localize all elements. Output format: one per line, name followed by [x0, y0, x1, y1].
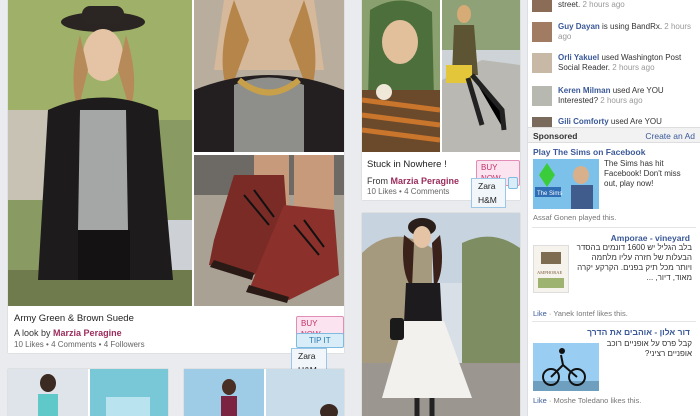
ad-text: The Sims has hit Facebook! Don't miss ou…: [604, 159, 681, 188]
ad-title[interactable]: דור אלון - אוהבים את הדרך: [533, 327, 690, 337]
store-option-zara[interactable]: Zara: [292, 349, 326, 363]
ticker-time: 2 hours ago: [612, 63, 655, 72]
comments-count[interactable]: 4 Comments: [51, 340, 96, 349]
ad-text: בלב הגליל יש 1600 דונמים בהסדר הבעלות של…: [576, 243, 692, 282]
ticker-name[interactable]: Keren Milman: [558, 86, 610, 95]
ticker-item[interactable]: Gili Comforty used Are YOU: [532, 117, 698, 127]
ad-social-context: Assaf Gonen played this.: [533, 213, 617, 222]
look-caption: Army Green & Brown Suede A look by Marzi…: [14, 313, 294, 349]
author-link[interactable]: Marzia Peragine: [53, 328, 122, 338]
store-option-zara-2[interactable]: Zara: [472, 179, 505, 193]
avatar: [532, 53, 552, 73]
ad-image[interactable]: AMPHORAE: [533, 245, 569, 293]
ticker-name[interactable]: Guy Dayan: [558, 22, 600, 31]
look-photo-main[interactable]: [8, 0, 192, 306]
avatar: [532, 22, 552, 42]
look-photo-knit-hood[interactable]: [362, 0, 440, 152]
ad-social-context: Moshe Toledano likes this.: [553, 396, 642, 405]
look-stats: 10 Likes • 4 Comments • 4 Followers: [14, 340, 145, 349]
tip-it-button[interactable]: TIP IT: [296, 333, 344, 348]
likes-count[interactable]: 10 Likes: [14, 340, 44, 349]
ticker-name[interactable]: Gili Comforty: [558, 117, 609, 126]
look-card-army-green[interactable]: Army Green & Brown Suede A look by Marzi…: [8, 0, 344, 353]
avatar: [532, 86, 552, 106]
look-card-white-skirt[interactable]: [362, 213, 520, 416]
look-photo-yellow-clutch[interactable]: [442, 0, 520, 152]
create-ad-link[interactable]: Create an Ad: [645, 131, 695, 141]
ad-image[interactable]: [533, 343, 599, 391]
tip-it-button-2[interactable]: [508, 177, 518, 189]
look-title[interactable]: Army Green & Brown Suede: [14, 313, 294, 324]
comments-count-2[interactable]: 4 Comments: [404, 187, 449, 196]
from-prefix: From: [367, 176, 388, 186]
ad-social-context: Yanek Iontef likes this.: [553, 309, 628, 318]
divider: [532, 321, 696, 322]
look-card-stuck-in-nowhere[interactable]: Stuck in Nowhere ! From Marzia Peragine …: [362, 0, 520, 200]
ticker-time: 2 hours ago: [600, 96, 643, 105]
avatar: [532, 0, 552, 12]
ticker-name[interactable]: Orli Yakuel: [558, 53, 599, 62]
look-photo-necklace[interactable]: [194, 0, 344, 152]
look-card-bottom-1[interactable]: [8, 369, 168, 416]
ad-like-row: Like · Yanek Iontef likes this.: [533, 309, 628, 318]
buy-store-menu: Zara H&M: [471, 178, 506, 208]
sims-logo-text: The Sims: [537, 191, 562, 197]
ad-like-row: Like · Moshe Toledano likes this.: [533, 396, 642, 405]
look-caption-2: Stuck in Nowhere ! From Marzia Peragine …: [367, 159, 477, 196]
like-button[interactable]: Like: [533, 396, 547, 405]
facebook-sidebar: street. 2 hours ago Guy Dayan is using B…: [527, 0, 700, 416]
look-byline-2: From Marzia Peragine: [367, 176, 477, 186]
look-title-2[interactable]: Stuck in Nowhere !: [367, 159, 477, 170]
ad-text: קבל פרס על אופניים רוכב אופניים רציני?: [606, 339, 692, 358]
amphorae-logo-text: AMPHORAE: [537, 270, 563, 275]
store-option-hm-2[interactable]: H&M: [472, 193, 505, 207]
likes-count-2[interactable]: 10 Likes: [367, 187, 397, 196]
sponsored-label: Sponsored: [533, 131, 578, 141]
like-button[interactable]: Like: [533, 309, 547, 318]
divider: [532, 227, 696, 228]
byline-prefix: A look by: [14, 328, 51, 338]
followers-count[interactable]: 4 Followers: [104, 340, 145, 349]
ad-image[interactable]: The Sims: [533, 159, 599, 209]
look-photo-boots[interactable]: [194, 155, 344, 306]
author-link-2[interactable]: Marzia Peragine: [391, 176, 460, 186]
avatar: [532, 117, 552, 127]
look-card-bottom-2[interactable]: [184, 369, 344, 416]
look-byline: A look by Marzia Peragine: [14, 328, 294, 338]
ticker-time: 2 hours ago: [582, 0, 625, 9]
ad-title[interactable]: Play The Sims on Facebook: [533, 147, 645, 157]
ad-title[interactable]: Amporae - vineyard: [528, 233, 690, 243]
sponsored-header: Sponsored Create an Ad: [528, 127, 700, 143]
look-stats-2: 10 Likes • 4 Comments: [367, 187, 450, 196]
